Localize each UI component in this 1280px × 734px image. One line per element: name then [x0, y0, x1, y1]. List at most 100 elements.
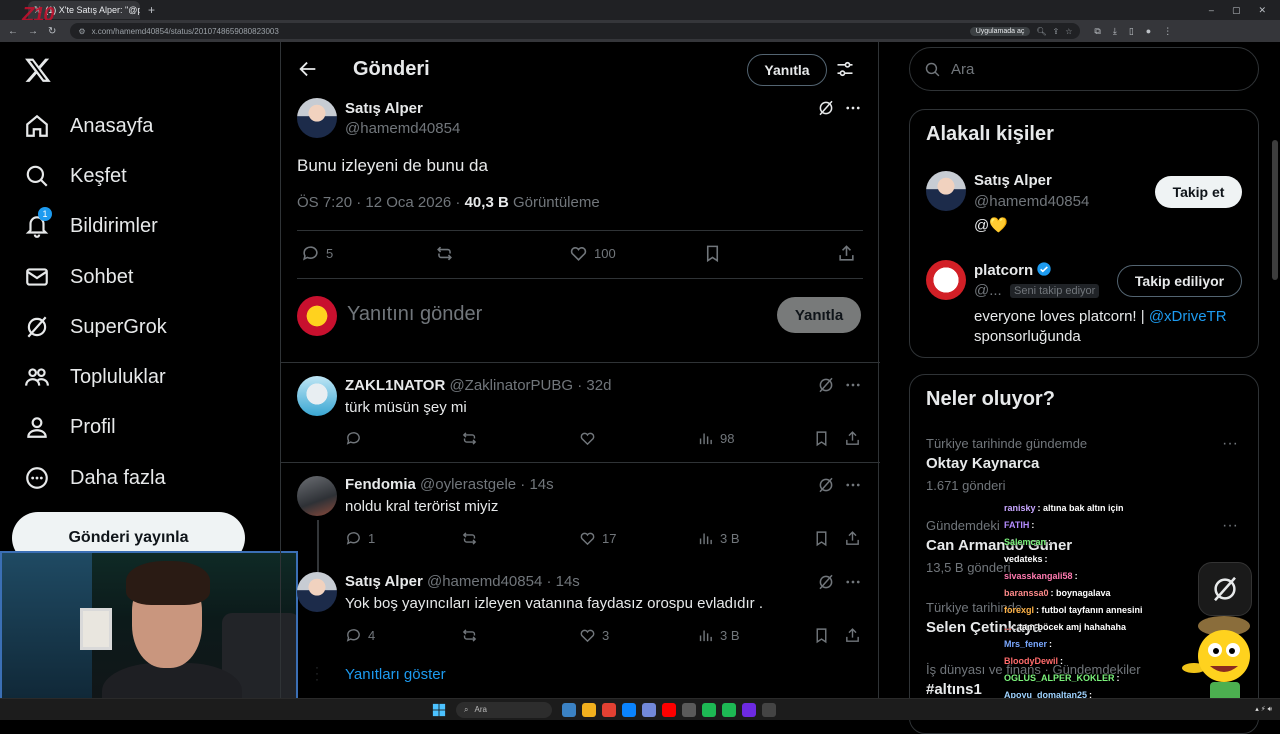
sidebar-icon[interactable]: ▯	[1129, 26, 1134, 37]
windows-start-icon[interactable]	[432, 703, 446, 717]
share-action[interactable]	[837, 244, 856, 263]
repost-action[interactable]	[461, 627, 478, 644]
trend-more-icon[interactable]: ···	[1222, 517, 1238, 535]
minimize-icon[interactable]: –	[1209, 5, 1214, 16]
person-handle[interactable]: @...	[974, 282, 1002, 299]
site-info-icon[interactable]: ⚙	[78, 27, 85, 36]
trend-name[interactable]: Oktay Kaynarca	[926, 455, 1039, 472]
bookmark-action[interactable]	[703, 244, 722, 263]
repost-action[interactable]	[435, 244, 454, 263]
back-icon[interactable]: ←	[8, 26, 18, 37]
share-action[interactable]	[844, 627, 861, 644]
bookmark-action[interactable]	[813, 430, 830, 447]
share-action[interactable]	[844, 430, 861, 447]
nav-home[interactable]: Anasayfa	[24, 106, 153, 146]
folder-icon[interactable]	[582, 702, 596, 717]
reply-input[interactable]: Yanıtını gönder	[347, 303, 482, 326]
trend-name[interactable]: #altıns1	[926, 681, 982, 698]
like-action[interactable]: 3	[579, 627, 609, 644]
download-icon[interactable]: ⤓	[1113, 26, 1117, 37]
close-window-icon[interactable]: ✕	[1258, 5, 1266, 16]
grok-icon[interactable]	[817, 476, 835, 494]
forward-icon[interactable]: →	[28, 26, 38, 37]
my-avatar[interactable]	[297, 296, 337, 336]
nav-messages[interactable]: Sohbet	[24, 257, 133, 297]
x-logo-icon[interactable]	[24, 56, 52, 84]
reply-author-name[interactable]: Fendomia @oylerastgele · 14s	[345, 476, 554, 493]
new-tab-button[interactable]: +	[148, 3, 155, 17]
reply-action[interactable]: 5	[301, 244, 333, 263]
reply-action[interactable]	[345, 430, 362, 447]
back-arrow-icon[interactable]	[297, 58, 319, 80]
extensions-icon[interactable]: ⧉	[1094, 26, 1100, 37]
header-reply-button[interactable]: Yanıtla	[747, 54, 827, 86]
more-options-icon[interactable]	[844, 376, 862, 394]
profile-avatar-icon[interactable]: ●	[1146, 26, 1151, 37]
trend-more-icon[interactable]: ···	[1222, 435, 1238, 453]
bookmark-action[interactable]	[813, 530, 830, 547]
media-icon[interactable]	[662, 702, 676, 717]
person-name[interactable]: platcorn	[974, 261, 1052, 279]
repost-action[interactable]	[461, 430, 478, 447]
avatar[interactable]	[297, 376, 337, 416]
reply-action[interactable]: 4	[345, 627, 375, 644]
open-in-app-button[interactable]: Uygulamada aç	[969, 26, 1031, 36]
reply-author-name[interactable]: ZAKL1NATOR @ZaklinatorPUBG · 32d	[345, 377, 611, 394]
reply-author-name[interactable]: Satış Alper @hamemd40854 · 14s	[345, 573, 580, 590]
nav-profile[interactable]: Profil	[24, 407, 116, 447]
following-button[interactable]: Takip ediliyor	[1117, 265, 1242, 297]
menu-kebab-icon[interactable]: ⋮	[1163, 26, 1172, 37]
spotify-icon[interactable]	[702, 702, 716, 717]
edge-icon[interactable]	[622, 702, 636, 717]
bio-mention-link[interactable]: @xDriveTR	[1149, 308, 1227, 325]
views-action[interactable]: 3 B	[697, 627, 740, 644]
views-action[interactable]: 3 B	[697, 530, 740, 547]
show-replies-link[interactable]: Yanıtları göster	[345, 666, 446, 683]
avatar[interactable]	[297, 572, 337, 612]
reply-submit-button[interactable]: Yanıtla	[777, 297, 861, 333]
grok-icon[interactable]	[817, 99, 835, 117]
repost-action[interactable]	[461, 530, 478, 547]
follow-button[interactable]: Takip et	[1155, 176, 1242, 208]
grok-icon[interactable]	[817, 573, 835, 591]
reply-action[interactable]: 1	[345, 530, 375, 547]
app-icon[interactable]	[722, 702, 736, 717]
post-timestamp[interactable]: ÖS 7:20 · 12 Oca 2026 ·	[297, 194, 465, 211]
nav-supergrok[interactable]: SuperGrok	[24, 307, 167, 347]
avatar[interactable]	[297, 476, 337, 516]
page-scrollbar[interactable]	[1272, 140, 1278, 280]
bookmark-action[interactable]	[813, 627, 830, 644]
person-handle[interactable]: @hamemd40854	[974, 193, 1089, 210]
maximize-icon[interactable]: ▢	[1232, 5, 1241, 16]
avatar[interactable]	[926, 171, 966, 211]
person-name[interactable]: Satış Alper	[974, 172, 1052, 189]
discord-icon[interactable]	[642, 702, 656, 717]
share-icon[interactable]: ⇪	[1053, 27, 1060, 36]
more-options-icon[interactable]	[844, 476, 862, 494]
author-name[interactable]: Satış Alper	[345, 100, 423, 117]
share-action[interactable]	[844, 530, 861, 547]
nav-more[interactable]: Daha fazla	[24, 458, 166, 498]
like-action[interactable]	[579, 430, 596, 447]
omnibox[interactable]: ⚙ x.com/hamemd40854/status/2010748659080…	[70, 23, 1081, 39]
like-action[interactable]: 17	[579, 530, 616, 547]
taskbar-search[interactable]: ⌕ Ara	[456, 701, 552, 718]
avatar[interactable]	[926, 260, 966, 300]
more-options-icon[interactable]	[844, 573, 862, 591]
chrome-icon[interactable]	[602, 702, 616, 717]
views-action[interactable]: 98	[697, 430, 734, 447]
nav-notifications[interactable]: 1 Bildirimler	[24, 206, 158, 246]
zoom-icon[interactable]: 🔍︎	[1036, 27, 1046, 36]
avatar[interactable]	[297, 98, 337, 138]
author-handle[interactable]: @hamemd40854	[345, 120, 460, 137]
app-icon[interactable]	[562, 702, 576, 717]
filter-sliders-icon[interactable]	[835, 59, 855, 79]
nav-communities[interactable]: Topluluklar	[24, 357, 166, 397]
like-action[interactable]: 100	[569, 244, 616, 263]
nav-explore[interactable]: Keşfet	[24, 156, 127, 196]
system-tray[interactable]: ▴ ⚡ 🔊︎	[1255, 706, 1280, 714]
reload-icon[interactable]: ↻	[48, 26, 56, 37]
app-icon[interactable]	[762, 702, 776, 717]
grok-icon[interactable]	[817, 376, 835, 394]
search-input[interactable]: Ara	[909, 47, 1259, 91]
